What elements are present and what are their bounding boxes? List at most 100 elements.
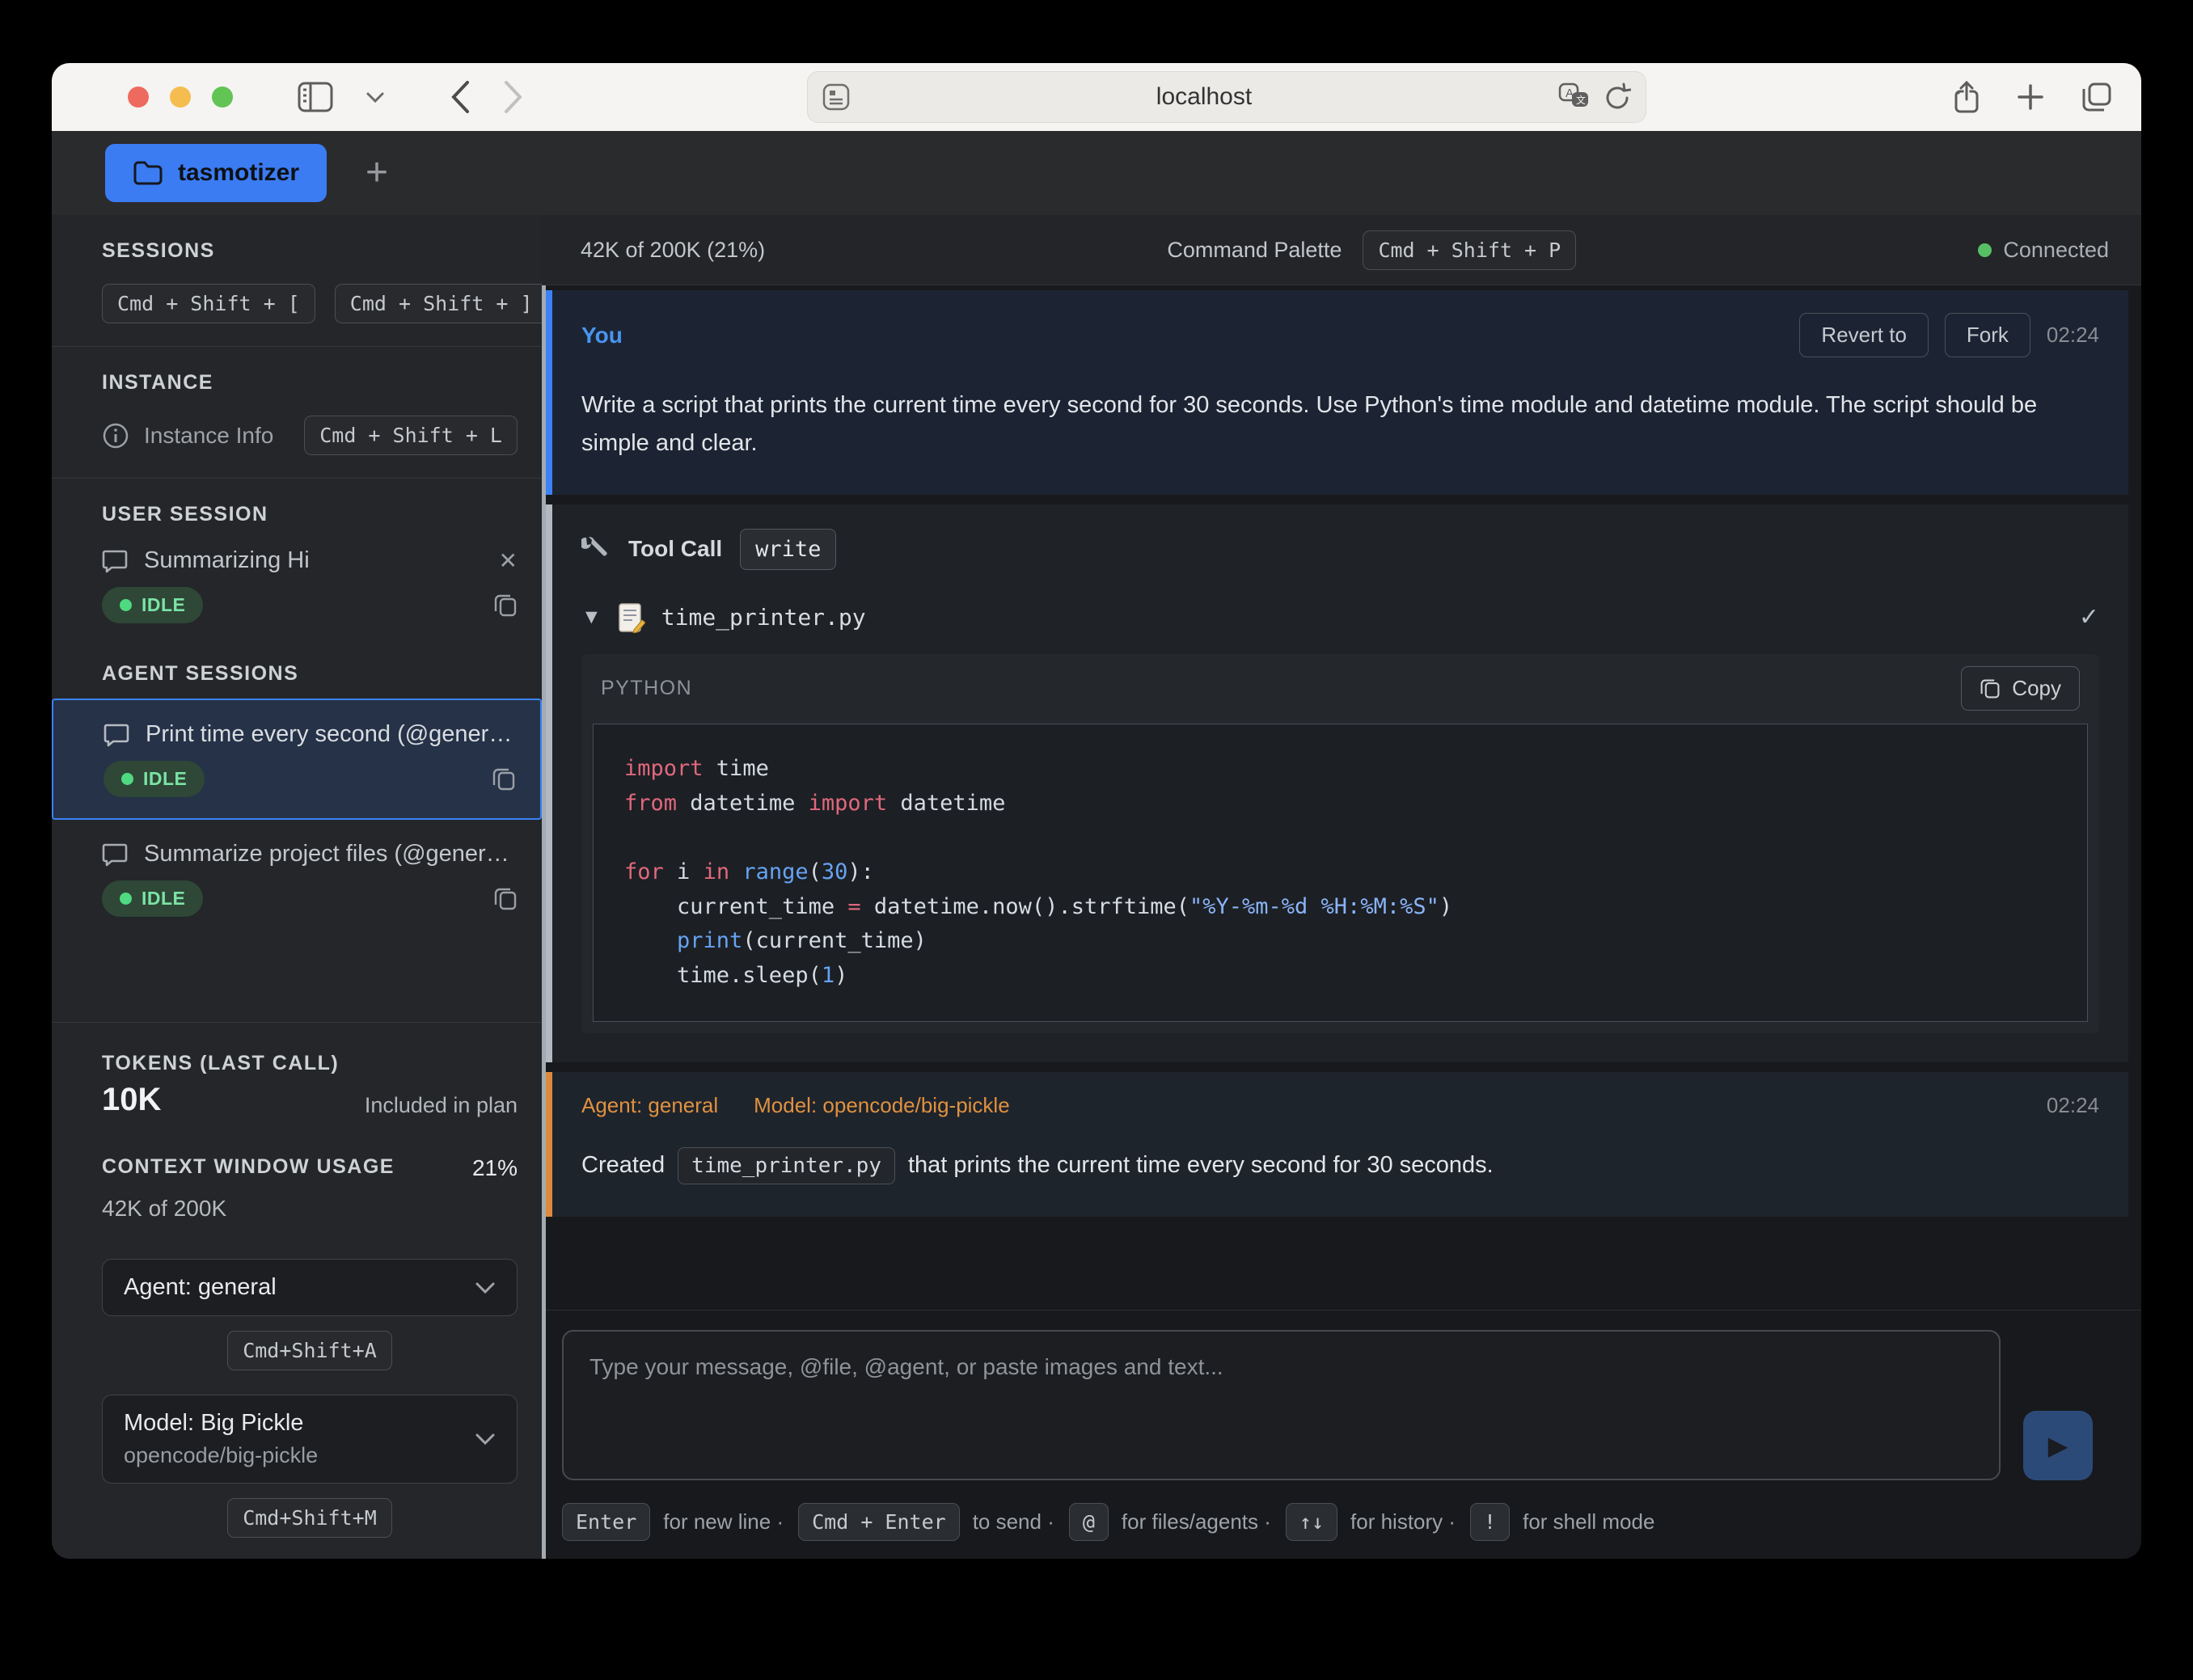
session-title: Print time every second (@general su... xyxy=(146,721,516,748)
tool-call-label: Tool Call xyxy=(628,536,722,562)
sidebar-toggle-icon[interactable] xyxy=(298,82,333,112)
send-button[interactable]: ▶ xyxy=(2023,1411,2093,1480)
tokens-panel: TOKENS (LAST CALL) 10K Included in plan … xyxy=(52,1022,542,1251)
idle-dot xyxy=(120,893,132,905)
context-usage: 42K of 200K xyxy=(102,1196,518,1222)
translate-icon[interactable]: A 文 xyxy=(1558,82,1591,112)
user-session-heading: USER SESSION xyxy=(102,503,518,526)
code-language-label: PYTHON xyxy=(601,677,692,700)
code-line: for i in range(30): xyxy=(624,855,2056,890)
wrench-icon xyxy=(581,534,611,564)
chat-bubble-icon xyxy=(104,723,129,747)
context-usage-status: 42K of 200K (21%) xyxy=(581,238,765,263)
kbd-command-palette[interactable]: Cmd + Shift + P xyxy=(1363,230,1576,270)
session-item-user[interactable]: Summarizing Hi ✕ IDLE xyxy=(52,526,542,644)
tokens-heading: TOKENS (LAST CALL) xyxy=(102,1052,339,1075)
close-session-icon[interactable]: ✕ xyxy=(499,547,518,574)
tool-name-badge: write xyxy=(740,529,836,570)
session-item-agent-2[interactable]: Summarize project files (@general sub...… xyxy=(52,820,542,938)
tool-call-block: Tool Call write ▼ xyxy=(546,504,2128,1062)
agent-message: Agent: general Model: opencode/big-pickl… xyxy=(546,1072,2128,1217)
kbd-instance-info[interactable]: Cmd + Shift + L xyxy=(304,416,518,455)
code-line: print(current_time) xyxy=(624,924,2056,959)
message-input[interactable] xyxy=(562,1330,2001,1480)
kbd-agent-select[interactable]: Cmd+Shift+A xyxy=(227,1331,392,1370)
model-select-subtitle: opencode/big-pickle xyxy=(124,1443,475,1468)
code-content: import timefrom datetime import datetime… xyxy=(593,724,2088,1022)
sidebar-chevron-down-icon[interactable] xyxy=(366,91,385,103)
instance-info-link[interactable]: Instance Info xyxy=(144,423,304,449)
copy-session-icon[interactable] xyxy=(492,767,516,791)
forward-button[interactable] xyxy=(503,80,524,114)
check-icon: ✓ xyxy=(2079,603,2099,631)
main-panel: 42K of 200K (21%) Command Palette Cmd + … xyxy=(542,215,2141,1559)
add-tab-button[interactable]: + xyxy=(366,154,388,192)
file-memo-icon xyxy=(618,602,645,633)
agent-select-value: Agent: general xyxy=(124,1274,475,1301)
hint-kbd: ! xyxy=(1470,1503,1510,1541)
tokens-plan: Included in plan xyxy=(365,1093,518,1118)
instance-heading: INSTANCE xyxy=(102,371,518,395)
hint-text: for shell mode xyxy=(1523,1509,1654,1534)
connection-status: Connected xyxy=(1978,238,2109,263)
message-author: You xyxy=(581,323,623,348)
zoom-window-button[interactable] xyxy=(212,87,233,108)
fork-button[interactable]: Fork xyxy=(1945,313,2030,357)
close-window-button[interactable] xyxy=(128,87,149,108)
connected-dot xyxy=(1978,243,1992,257)
share-icon[interactable] xyxy=(1954,80,1980,114)
agent-text-before: Created xyxy=(581,1152,665,1179)
message-time: 02:24 xyxy=(2047,1093,2099,1118)
context-percent: 21% xyxy=(472,1155,518,1181)
model-select[interactable]: Model: Big Pickle opencode/big-pickle xyxy=(102,1395,518,1484)
agent-meta-model: Model: opencode/big-pickle xyxy=(754,1093,1010,1118)
disclosure-triangle-icon[interactable]: ▼ xyxy=(581,606,602,629)
agent-meta-agent: Agent: general xyxy=(581,1093,718,1118)
kbd-next-session[interactable]: Cmd + Shift + ] xyxy=(335,284,548,323)
tool-file-name: time_printer.py xyxy=(661,604,866,631)
address-bar[interactable]: localhost A 文 xyxy=(807,71,1646,123)
window-controls xyxy=(128,87,233,108)
session-title: Summarize project files (@general sub... xyxy=(144,841,518,867)
play-icon: ▶ xyxy=(2048,1430,2068,1461)
model-select-value: Model: Big Pickle xyxy=(124,1410,475,1437)
chat-bubble-icon xyxy=(102,842,128,867)
code-line: import time xyxy=(624,752,2056,787)
kbd-prev-session[interactable]: Cmd + Shift + [ xyxy=(102,284,315,323)
page-icon[interactable] xyxy=(822,83,850,111)
status-badge: IDLE xyxy=(102,587,203,623)
idle-dot xyxy=(120,599,132,611)
revert-to-button[interactable]: Revert to xyxy=(1799,313,1929,357)
context-heading: CONTEXT WINDOW USAGE xyxy=(102,1155,395,1181)
copy-code-button[interactable]: Copy xyxy=(1961,666,2080,711)
composer-hint: Enterfor new line · xyxy=(562,1503,784,1541)
agent-sessions-heading: AGENT SESSIONS xyxy=(102,662,518,686)
code-line: current_time = datetime.now().strftime("… xyxy=(624,890,2056,925)
session-title: Summarizing Hi xyxy=(144,547,499,574)
kbd-model-select[interactable]: Cmd+Shift+M xyxy=(227,1498,392,1538)
copy-session-icon[interactable] xyxy=(493,593,518,618)
composer-hint: @for files/agents · xyxy=(1069,1503,1271,1541)
reload-icon[interactable] xyxy=(1604,82,1631,112)
minimize-window-button[interactable] xyxy=(170,87,191,108)
status-bar: 42K of 200K (21%) Command Palette Cmd + … xyxy=(542,215,2141,285)
agent-select[interactable]: Agent: general xyxy=(102,1259,518,1316)
hint-text: to send · xyxy=(973,1509,1054,1534)
hint-text: for new line · xyxy=(663,1509,784,1534)
chevron-down-icon xyxy=(475,1281,496,1294)
code-line xyxy=(624,821,2056,855)
status-badge: IDLE xyxy=(104,761,205,797)
tab-overview-icon[interactable] xyxy=(2081,82,2112,112)
session-item-agent-1[interactable]: Print time every second (@general su... … xyxy=(52,699,542,820)
hint-kbd: ↑↓ xyxy=(1286,1503,1337,1541)
tab-tasmotizer[interactable]: tasmotizer xyxy=(105,144,327,202)
hint-text: for files/agents · xyxy=(1122,1509,1271,1534)
message-time: 02:24 xyxy=(2047,323,2099,348)
new-tab-icon[interactable] xyxy=(2017,83,2044,111)
sidebar: SESSIONS Cmd + Shift + [ Cmd + Shift + ]… xyxy=(52,215,542,1559)
tool-file-row[interactable]: ▼ time_printer.py xyxy=(581,602,2099,633)
copy-session-icon[interactable] xyxy=(493,887,518,911)
tab-title: tasmotizer xyxy=(178,159,299,187)
back-button[interactable] xyxy=(450,80,471,114)
browser-window: localhost A 文 xyxy=(52,63,2141,1559)
